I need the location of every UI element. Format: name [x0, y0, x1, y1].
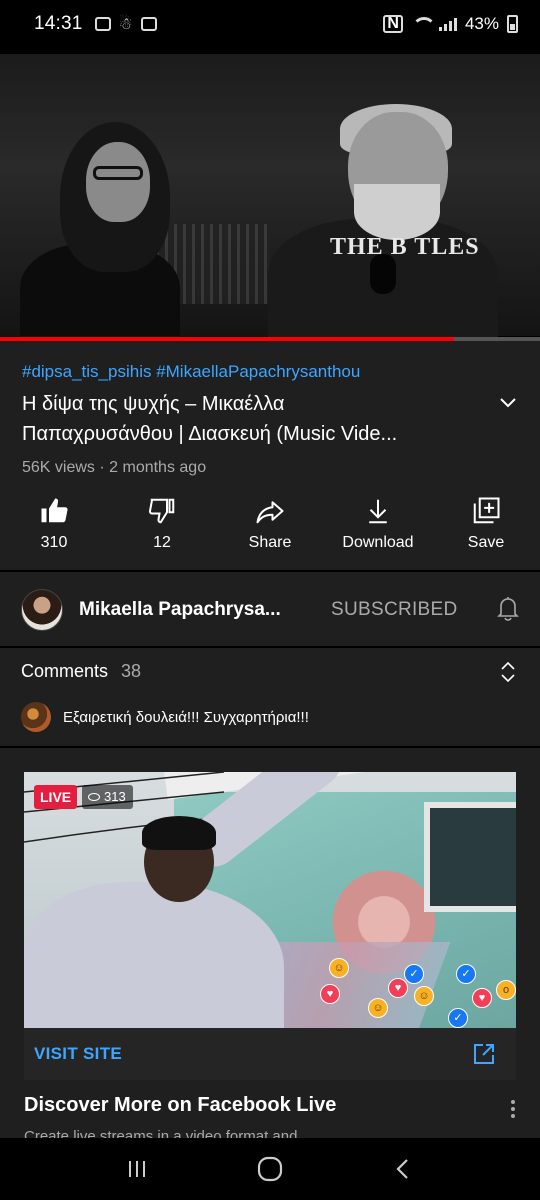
accessibility-icon: ☃: [118, 16, 133, 33]
man-beard: [354, 184, 440, 240]
like-button[interactable]: 310: [0, 496, 108, 566]
download-button[interactable]: Download: [324, 496, 432, 566]
share-label: Share: [248, 534, 292, 551]
live-badge: LIVE: [34, 785, 78, 809]
woman-face: [86, 142, 150, 222]
viewer-count-badge: 313: [82, 785, 133, 809]
ad-media[interactable]: ☺ ♥ ♥ ✓ ☺ ☺ ✓ ♥ o ✓: [24, 772, 516, 1028]
window: [424, 802, 516, 912]
share-button[interactable]: Share: [216, 496, 324, 566]
expand-collapse-icon[interactable]: [498, 660, 518, 684]
video-meta: 56K views · 2 months ago: [22, 459, 207, 476]
thumbs-up-icon: [41, 498, 68, 523]
microphone: [370, 254, 396, 294]
commenter-avatar: [21, 702, 51, 732]
visit-site-button[interactable]: VISIT SITE: [34, 1044, 122, 1064]
haha-reaction-icon: ☺: [329, 958, 349, 978]
like-reaction-icon: ✓: [404, 964, 424, 984]
divider: [0, 570, 540, 572]
nfc-icon: N: [383, 15, 403, 33]
share-icon: [256, 501, 284, 524]
channel-row[interactable]: Mikaella Papachrysa... SUBSCRIBED: [0, 577, 540, 643]
download-icon: [369, 499, 387, 524]
battery-percent: 43%: [464, 14, 499, 33]
back-icon: [396, 1159, 409, 1179]
comments-header[interactable]: Comments 38: [21, 661, 141, 682]
shirt-logo: THE B TLES: [330, 234, 480, 260]
glasses: [93, 166, 143, 180]
viewer-count: 313: [104, 789, 126, 804]
action-bar: 310 12 Share Download Save: [0, 496, 540, 566]
channel-name[interactable]: Mikaella Papachrysa...: [79, 599, 319, 621]
wow-reaction-icon: o: [496, 980, 516, 1000]
video-frame: THE B TLES: [0, 54, 540, 338]
subscribe-button[interactable]: SUBSCRIBED: [331, 599, 458, 621]
visit-site-bar[interactable]: VISIT SITE: [24, 1028, 516, 1080]
signal-icon: [438, 17, 457, 31]
save-button[interactable]: Save: [432, 496, 540, 566]
comment-text: Εξαιρετική δουλειά!!! Συγχαρητήρια!!!: [63, 708, 309, 726]
dislike-button[interactable]: 12: [108, 496, 216, 566]
notification-icons: ☃: [94, 14, 157, 34]
home-button[interactable]: [250, 1149, 290, 1189]
comments-count: 38: [121, 661, 142, 681]
back-button[interactable]: [383, 1149, 423, 1189]
recent-apps-icon: [128, 1161, 145, 1177]
painter-hair: [142, 816, 216, 850]
like-reaction-icon: ✓: [448, 1008, 468, 1028]
playlist-add-icon: [473, 497, 500, 524]
hashtags-link[interactable]: #dipsa_tis_psihis #MikaellaPapachrysanth…: [22, 362, 360, 382]
status-bar: 14:31 ☃ N 43%: [0, 0, 540, 48]
bell-icon[interactable]: [496, 595, 520, 621]
dislike-count: 12: [153, 534, 171, 551]
divider: [0, 746, 540, 748]
wifi-icon: [411, 17, 436, 31]
save-label: Save: [467, 534, 505, 551]
like-count: 310: [40, 534, 68, 551]
video-title-line1: Η δίψα της ψυχής – Μικαέλλα: [22, 393, 285, 415]
video-title[interactable]: Η δίψα της ψυχής – Μικαέλλα Παπαχρυσάνθο…: [22, 389, 472, 449]
download-label: Download: [342, 534, 414, 551]
recent-apps-button[interactable]: [117, 1149, 157, 1189]
video-title-line2: Παπαχρυσάνθου | Διασκευή (Music Vide...: [22, 423, 398, 445]
channel-avatar[interactable]: [21, 589, 63, 631]
video-player[interactable]: THE B TLES: [0, 48, 540, 338]
android-navigation-bar: [0, 1138, 540, 1200]
chevron-down-icon[interactable]: [496, 390, 520, 414]
status-time: 14:31: [34, 13, 83, 34]
home-icon: [257, 1156, 283, 1182]
haha-reaction-icon: ☺: [414, 986, 434, 1006]
love-reaction-icon: ♥: [388, 978, 408, 998]
comments-label: Comments: [21, 661, 109, 681]
eye-icon: [88, 793, 100, 801]
top-comment[interactable]: Εξαιρετική δουλειά!!! Συγχαρητήρια!!!: [21, 702, 309, 732]
like-reaction-icon: ✓: [456, 964, 476, 984]
more-vert-icon[interactable]: [508, 1098, 518, 1120]
ad-subtitle: Create live streams in a video format an…: [24, 1128, 298, 1138]
voicemail-icon: [94, 17, 111, 31]
haha-reaction-icon: ☺: [368, 998, 388, 1018]
ad-title[interactable]: Discover More on Facebook Live: [24, 1094, 336, 1117]
screenshot-icon: [140, 17, 157, 31]
thumbs-down-icon: [148, 498, 175, 524]
love-reaction-icon: ♥: [472, 988, 492, 1008]
divider: [0, 646, 540, 648]
open-external-icon[interactable]: [472, 1042, 496, 1066]
battery-icon: [507, 15, 518, 33]
love-reaction-icon: ♥: [320, 984, 340, 1004]
